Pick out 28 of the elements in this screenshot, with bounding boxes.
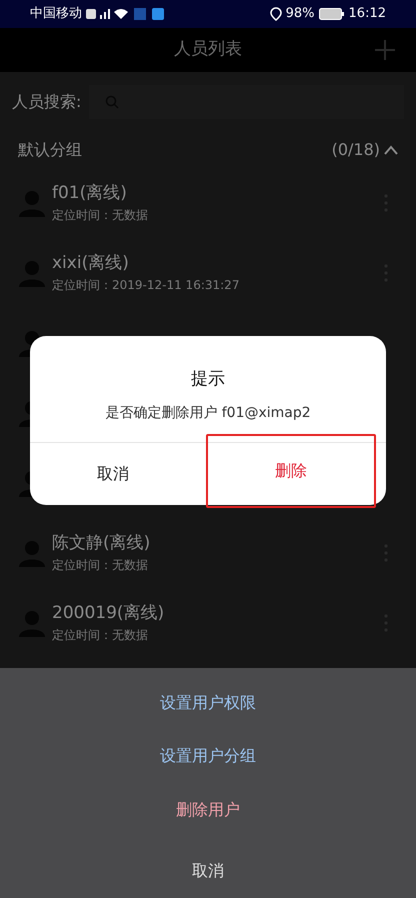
sheet-option[interactable]: 删除用户 (0, 783, 416, 836)
person-detail: 定位时间：无数据 (52, 627, 149, 644)
dialog-title: 提示 (190, 368, 226, 391)
search-label: 人员搜索: (12, 91, 82, 113)
sheet-option[interactable]: 取消 (0, 844, 416, 898)
person-name: xixi(离线) (52, 252, 130, 275)
delete-button[interactable]: 删除 (206, 434, 376, 508)
add-icon[interactable] (374, 39, 396, 61)
sheet-option[interactable]: 设置用户权限 (0, 676, 416, 730)
person-name: 陈文静(离线) (52, 532, 152, 555)
dialog-message: 是否确定删除用户 f01@ximap2 (104, 404, 312, 422)
person-detail: 定位时间：无数据 (52, 207, 149, 224)
cancel-button[interactable]: 取消 (30, 442, 196, 505)
clock-text: 16:12 (348, 5, 386, 24)
person-name: 200019(离线) (52, 602, 166, 625)
location-icon (270, 7, 282, 21)
battery-percent: 98% (286, 5, 315, 24)
person-detail: 定位时间：无数据 (52, 557, 149, 574)
signal-icon (86, 7, 130, 21)
battery-icon (318, 8, 345, 20)
person-name: f01(离线) (52, 182, 128, 205)
page-title: 人员列表 (174, 38, 242, 62)
group-name: 默认分组 (18, 139, 82, 161)
group-header[interactable]: 默认分组 (0/18) (0, 132, 416, 168)
carrier-text: 中国移动 (30, 5, 82, 24)
group-count: (0/18) (332, 139, 380, 161)
sheet-option[interactable]: 设置用户分组 (0, 730, 416, 783)
person-detail: 定位时间：2019-12-11 16:31:27 (52, 277, 240, 294)
